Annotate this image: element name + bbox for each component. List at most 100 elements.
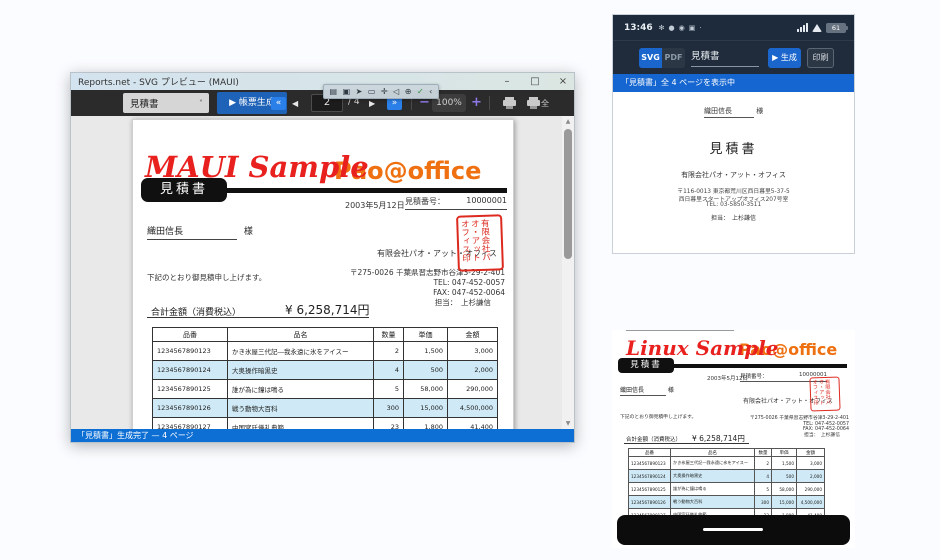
table-cell: 1,500 (404, 342, 448, 361)
check-icon[interactable]: ✓ (417, 85, 424, 98)
customer-name: 織田信長 (147, 224, 237, 240)
report-name-input[interactable]: 見積書 (691, 48, 759, 67)
scroll-up-icon[interactable]: ▲ (562, 118, 574, 125)
window-icon[interactable]: ▣ (343, 85, 351, 98)
greeting-text: 下記のとおり御見積申し上げます。 (620, 413, 696, 420)
maximize-button[interactable]: □ (528, 73, 542, 90)
table-cell: 1234567890126 (629, 496, 671, 509)
table-cell: 1,500 (772, 457, 797, 470)
table-cell: 1,800 (404, 418, 448, 430)
cursor-icon[interactable]: ➤ (356, 85, 363, 98)
status-right-cluster: 61 (797, 15, 846, 40)
generate-button[interactable]: ▶ 生成 (768, 48, 801, 68)
table-cell: 大奥操作暗黒史 (671, 470, 755, 483)
table-cell: 誰が為に鐘は鳴る (228, 380, 374, 399)
fax: FAX: 047-452-0064 (350, 288, 505, 298)
home-gesture-pill[interactable] (703, 528, 763, 531)
svg-format-button[interactable]: SVG (639, 48, 662, 68)
print-button[interactable] (503, 97, 517, 109)
table-cell: 1234567890123 (153, 342, 228, 361)
screen-icon[interactable]: ▤ (330, 85, 338, 98)
col-amount: 金額 (797, 449, 825, 457)
company-seal-stamp: 有限会社パオ・アットオフィス印 (809, 376, 840, 411)
table-cell: 500 (404, 361, 448, 380)
region-icon[interactable]: ▭ (368, 85, 376, 98)
minimize-button[interactable]: – (500, 73, 514, 90)
crosshair-icon[interactable]: ✛ (381, 85, 388, 98)
table-cell: 1234567890125 (629, 483, 671, 496)
scrollbar-thumb[interactable] (564, 129, 572, 259)
contact-person: 担当： 上杉謙信 (750, 433, 849, 439)
vertical-scrollbar[interactable]: ▲ ▼ (562, 116, 574, 429)
rewind-icon[interactable]: ◁ (393, 85, 399, 98)
linux-screenshot: Linux Sample Pao@office 見積書 2003年5月12日 見… (612, 330, 855, 548)
table-cell: 290,000 (797, 483, 825, 496)
table-cell: 3,000 (448, 342, 498, 361)
table-cell: 300 (374, 399, 404, 418)
table-cell: 1234567890126 (153, 399, 228, 418)
prev-page-button[interactable]: ◀ (292, 97, 298, 110)
table-cell: 41,400 (448, 418, 498, 430)
phone-toolbar: SVG PDF 見積書 ▶ 生成 印刷 (613, 40, 854, 74)
snowflake-icon: ✻ (659, 24, 665, 32)
print-all-button[interactable]: 全 (527, 97, 541, 109)
table-cell: 5 (755, 483, 772, 496)
col-amount: 金額 (448, 328, 498, 342)
invoice-number: 見積番号： 10000001 (405, 196, 507, 210)
table-header-row: 品番 品名 数量 単価 金額 (153, 328, 498, 342)
col-item-code: 品番 (153, 328, 228, 342)
customer-line: 織田信長 様 (147, 224, 253, 240)
report-type-dropdown[interactable]: 見積書 ˅ (123, 93, 209, 113)
company-name: 有限会社パオ・アット・オフィス (613, 170, 854, 180)
table-row: 1234567890124大奥操作暗黒史45002,000 (629, 470, 825, 483)
tel: TEL: 03-5850-3511 (613, 202, 854, 208)
pdf-format-button[interactable]: PDF (662, 48, 685, 68)
first-page-button[interactable]: « (271, 97, 286, 110)
honorific: 様 (668, 387, 674, 394)
seal-text: 有限会社パオ・アットオフィス印 (459, 219, 491, 268)
col-qty: 数量 (374, 328, 404, 342)
print-button[interactable]: 印刷 (807, 48, 834, 68)
zoom-in-button[interactable]: + (471, 94, 482, 112)
table-cell: 1234567890127 (153, 418, 228, 430)
invoice-page: MAUI Sample Pao@office 見積書 2003年5月12日 見積… (132, 119, 514, 429)
invoice-title: 見積書 (618, 358, 674, 373)
app-window: Reports.net - SVG プレビュー (MAUI) – □ × 見積書… (70, 72, 575, 443)
dot-icon: · (699, 24, 701, 32)
screenshot-canvas: Reports.net - SVG プレビュー (MAUI) – □ × 見積書… (0, 0, 940, 560)
signal-icon (797, 23, 808, 32)
table-cell: 4,500,000 (797, 496, 825, 509)
record-icon[interactable]: ⊕ (405, 85, 412, 98)
phone-document-page: 織田信長 様 見積書 有限会社パオ・アット・オフィス 〒116-0013 東京都… (613, 92, 854, 253)
tel: TEL: 047-452-0057 (350, 278, 505, 288)
col-qty: 数量 (755, 449, 772, 457)
scroll-down-icon[interactable]: ▼ (562, 420, 574, 427)
chat-icon: ● (669, 24, 675, 32)
phone-screenshot: 13:46 ✻ ● ◉ ▣ · 61 SVG PDF 見積書 ▶ 生成 印刷 (612, 14, 855, 254)
preview-area: MAUI Sample Pao@office 見積書 2003年5月12日 見積… (71, 116, 574, 429)
invoice-title: 見積書 (613, 138, 854, 157)
col-unit-price: 単価 (772, 449, 797, 457)
table-cell: 2 (374, 342, 404, 361)
table-cell: かき氷屋三代記―我永遠に氷をアイスー (671, 457, 755, 470)
close-button[interactable]: × (556, 73, 570, 90)
table-row: 1234567890126戦う動物大百科30015,0004,500,000 (629, 496, 825, 509)
table-cell: 4 (755, 470, 772, 483)
table-cell: 2 (755, 457, 772, 470)
battery-icon: 61 (826, 23, 846, 33)
print-icon: ▣ (689, 24, 696, 32)
table-cell: 3,000 (797, 457, 825, 470)
total-underline (147, 317, 369, 318)
table-row: 1234567890123かき氷屋三代記―我永遠に氷をアイスー21,5003,0… (153, 342, 498, 361)
table-cell: 2,000 (797, 470, 825, 483)
table-cell: 4 (374, 361, 404, 380)
postal-address: 〒275-0026 千葉県習志野市谷津3-29-2-401 (750, 416, 849, 422)
chevron-left-icon[interactable]: ‹ (429, 85, 432, 98)
company-address-block: 〒275-0026 千葉県習志野市谷津3-29-2-401 TEL: 047-4… (350, 268, 505, 308)
total-label: 合計金額（消費税込） (626, 435, 681, 443)
table-cell: 4,500,000 (448, 399, 498, 418)
customer-line: 織田信長 様 (704, 106, 763, 118)
invoice-date: 2003年5月12日 (345, 200, 405, 211)
table-cell: 誰が為に鐘は鳴る (671, 483, 755, 496)
invoice-title: 見積書 (141, 178, 227, 202)
